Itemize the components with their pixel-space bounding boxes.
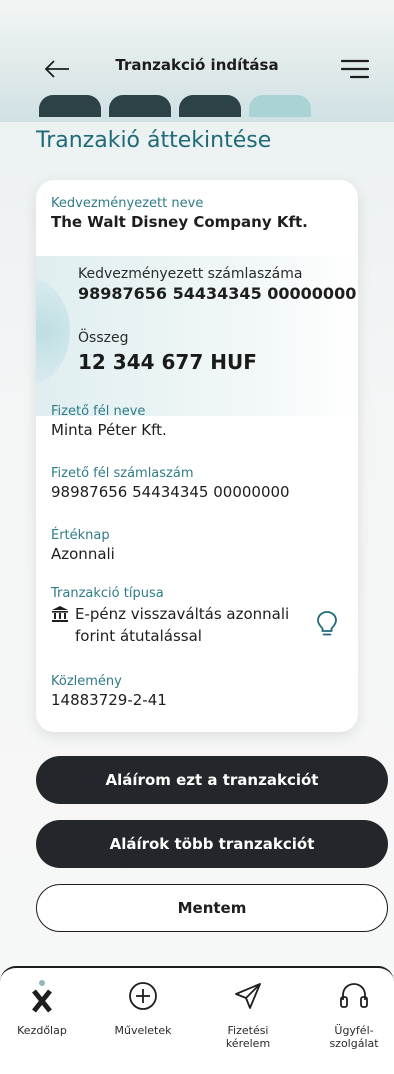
home-x-icon [2, 978, 82, 1014]
beneficiary-name-value: The Walt Disney Company Kft. [51, 213, 308, 231]
sign-this-transaction-button[interactable]: Aláírom ezt a tranzakciót [36, 756, 388, 804]
value-date-value: Azonnali [51, 545, 115, 563]
nav-item-customer-service[interactable]: Ügyfél-szolgálat [314, 978, 394, 1050]
memo-field: Közlemény 14883729-2-41 [51, 674, 167, 709]
bottom-navigation: Kezdőlap Műveletek Fizetési kérelem Ügyf… [0, 966, 394, 1074]
step-1 [39, 95, 101, 117]
nav-item-payment-request[interactable]: Fizetési kérelem [208, 978, 288, 1050]
highlight-panel: Kedvezményezett számlaszáma 98987656 544… [36, 256, 358, 416]
bank-icon [51, 605, 69, 647]
progress-steps [39, 95, 311, 117]
amount-value: 12 344 677 HUF [78, 350, 257, 374]
menu-button[interactable] [336, 52, 374, 86]
value-date-field: Értéknap Azonnali [51, 528, 115, 563]
step-3 [179, 95, 241, 117]
step-4-active [249, 95, 311, 117]
nav-item-home[interactable]: Kezdőlap [2, 978, 82, 1037]
beneficiary-account-field: Kedvezményezett számlaszáma 98987656 544… [78, 266, 356, 303]
nav-label-home: Kezdőlap [17, 1024, 67, 1037]
save-button[interactable]: Mentem [36, 884, 388, 932]
amount-field: Összeg 12 344 677 HUF [78, 330, 257, 374]
step-2 [109, 95, 171, 117]
payer-account-value: 98987656 54434345 00000000 [51, 483, 290, 501]
memo-value: 14883729-2-41 [51, 691, 167, 709]
headset-icon [314, 978, 394, 1014]
sign-multiple-transactions-button[interactable]: Aláírok több tranzakciót [36, 820, 388, 868]
nav-label-operations: Műveletek [114, 1024, 172, 1037]
beneficiary-name-field: Kedvezményezett neve The Walt Disney Com… [51, 196, 308, 231]
page-title: Tranzakció indítása [115, 56, 279, 74]
tx-type-label: Tranzakció típusa [51, 586, 164, 601]
hamburger-menu-icon [340, 59, 370, 79]
nav-label-payment-request: Fizetési kérelem [225, 1024, 271, 1050]
decorative-arc [36, 276, 70, 386]
transaction-summary-card: Kedvezményezett neve The Walt Disney Com… [36, 180, 358, 732]
plus-circle-icon [103, 978, 183, 1014]
nav-label-customer-service: Ügyfél-szolgálat [329, 1024, 379, 1050]
tx-type-value: E-pénz visszaváltás azonnali forint átut… [75, 605, 290, 645]
payer-name-label: Fizető fél neve [51, 404, 146, 419]
beneficiary-name-label: Kedvezményezett neve [51, 196, 204, 211]
payer-name-field: Fizető fél neve Minta Péter Kft. [51, 404, 167, 439]
beneficiary-account-value: 98987656 54434345 00000000 [78, 284, 357, 303]
section-title: Tranzakió áttekintése [36, 128, 272, 153]
send-icon [208, 978, 288, 1014]
memo-label: Közlemény [51, 674, 122, 689]
beneficiary-account-label: Kedvezményezett számlaszáma [78, 266, 303, 282]
app-header: Tranzakció indítása [0, 0, 394, 122]
payer-account-label: Fizető fél számlaszám [51, 466, 194, 481]
value-date-label: Értéknap [51, 528, 110, 543]
lightbulb-icon[interactable] [316, 610, 338, 640]
payer-name-value: Minta Péter Kft. [51, 421, 167, 439]
nav-item-operations[interactable]: Műveletek [103, 978, 183, 1037]
tx-type-field: Tranzakció típusa E-pénz visszaváltás az… [51, 586, 305, 647]
amount-label: Összeg [78, 330, 129, 346]
payer-account-field: Fizető fél számlaszám 98987656 54434345 … [51, 466, 290, 501]
